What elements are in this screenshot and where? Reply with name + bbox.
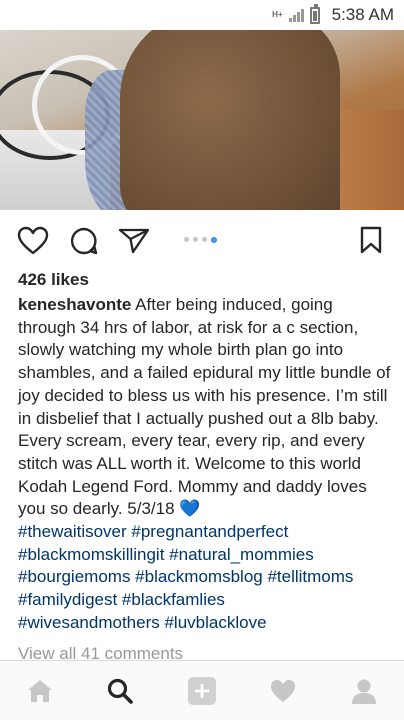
hashtag-line[interactable]: #wivesandmothers #luvblacklove <box>18 612 398 635</box>
like-count[interactable]: 426 likes <box>18 270 89 290</box>
battery-icon <box>309 3 320 24</box>
search-icon <box>107 678 133 704</box>
caption-text: After being induced, going through 34 hr… <box>18 295 391 519</box>
add-post-icon <box>188 677 216 705</box>
home-icon <box>28 680 52 702</box>
blue-heart-emoji: 💙 <box>179 499 201 519</box>
hashtag-line[interactable]: #blackmomskillingit #natural_mommies <box>18 544 398 567</box>
post-caption: keneshavonte After being induced, going … <box>18 294 394 521</box>
paper-plane-icon[interactable] <box>118 227 150 255</box>
caption-username[interactable]: keneshavonte <box>18 295 131 314</box>
tab-add-post[interactable] <box>162 661 242 720</box>
carousel-dot <box>193 237 198 242</box>
tab-profile[interactable] <box>324 661 404 720</box>
tab-search[interactable] <box>80 661 160 720</box>
status-time: 5:38 AM <box>331 5 394 24</box>
profile-icon <box>352 679 376 704</box>
carousel-indicator <box>184 236 217 243</box>
bookmark-icon[interactable] <box>359 226 383 254</box>
network-type: H+ <box>272 10 283 19</box>
bottom-tab-bar <box>0 660 404 720</box>
activity-heart-icon <box>271 680 295 702</box>
tab-home[interactable] <box>0 661 80 720</box>
heart-outline-icon[interactable] <box>17 226 49 256</box>
hashtag-block: #thewaitisover #pregnantandperfect #blac… <box>18 521 398 635</box>
hashtag-line[interactable]: #familydigest #blackfamlies <box>18 589 398 612</box>
comment-bubble-icon[interactable] <box>69 226 99 256</box>
carousel-dot-active <box>211 236 217 243</box>
hashtag-line[interactable]: #thewaitisover #pregnantandperfect <box>18 521 398 544</box>
status-bar: H+ 5:38 AM <box>0 0 404 30</box>
signal-icon <box>288 8 304 22</box>
carousel-dot <box>184 237 189 242</box>
carousel-dot <box>202 237 207 242</box>
tab-activity[interactable] <box>243 661 323 720</box>
hashtag-line[interactable]: #bourgiemoms #blackmomsblog #tellitmoms <box>18 566 398 589</box>
photo-dress <box>120 30 340 210</box>
post-actions <box>0 222 404 258</box>
post-image[interactable] <box>0 30 404 210</box>
